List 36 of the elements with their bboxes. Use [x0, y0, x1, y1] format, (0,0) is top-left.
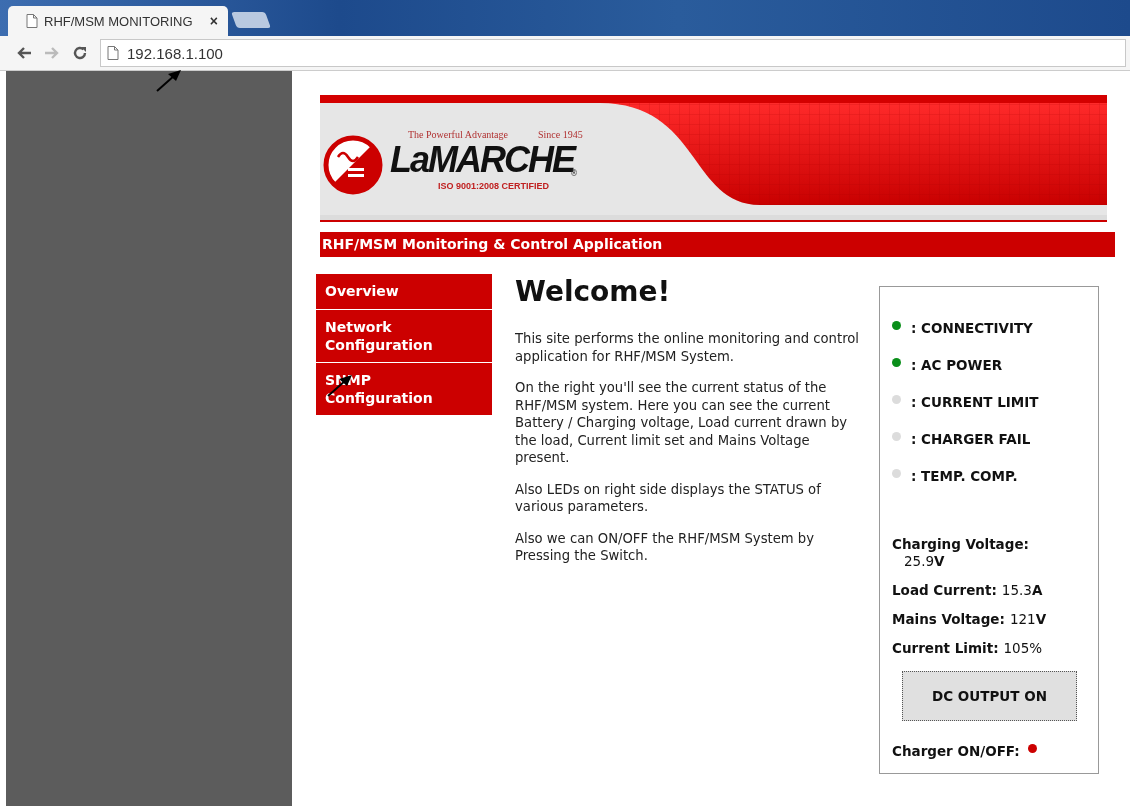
logo-since: Since 1945: [538, 129, 583, 140]
browser-tab[interactable]: RHF/MSM MONITORING ×: [8, 6, 228, 36]
paragraph: This site performs the online monitoring and control application for RHF/MSM System.: [515, 330, 860, 365]
reading-value: 25.9V: [903, 553, 946, 570]
new-tab-button[interactable]: [231, 12, 271, 28]
reading-label: Charging Voltage:: [892, 536, 1029, 552]
status-label: : AC POWER: [911, 356, 1003, 373]
nav-item[interactable]: Overview: [316, 274, 492, 309]
status-label: : CHARGER FAIL: [911, 430, 1031, 447]
welcome-heading: Welcome!: [515, 274, 672, 310]
dc-output-button[interactable]: DC OUTPUT ON: [902, 671, 1077, 721]
arrow-icon: [156, 70, 182, 92]
paragraph: Also LEDs on right side displays the STATUS of various parameters.: [515, 480, 822, 516]
back-icon[interactable]: [16, 46, 32, 60]
logo-certification: ISO 9001:2008 CERTIFIED: [438, 181, 550, 191]
paragraph: Also we can ON/OFF the RHF/MSM System by Pressing the Switch.: [515, 529, 816, 565]
status-label: : TEMP. COMP.: [911, 467, 1018, 484]
reading-value: 105%: [1003, 640, 1043, 656]
reading-value: 15.3A: [1001, 582, 1043, 598]
nav-item[interactable]: Network Configuration: [316, 310, 492, 362]
paragraph: On the right you'll see the current status of the RHF/MSM system. Here you can see the current Battery / Charging voltage, Load current drawn by the load, Current limit set and Mains Voltage present.: [515, 379, 849, 467]
reading-label: Current Limit:: [892, 640, 999, 656]
app-title-bar: RHF/MSM Monitoring & Control Application: [320, 232, 1115, 257]
document-icon: [26, 14, 38, 28]
reading-label: Mains Voltage:: [892, 611, 1005, 627]
logo-tagline: The Powerful Advantage: [408, 129, 508, 140]
status-label: : CONNECTIVITY: [911, 319, 1033, 336]
tab-title: RHF/MSM MONITORING: [44, 13, 194, 29]
reading-label: Load Current:: [892, 582, 997, 598]
reload-icon[interactable]: [72, 45, 88, 61]
address-bar[interactable]: 192.168.1.100: [100, 39, 1126, 67]
reading-value: 121V: [1009, 611, 1047, 627]
status-label: : CURRENT LIMIT: [911, 393, 1039, 410]
close-icon[interactable]: ×: [209, 13, 218, 29]
charger-indicator[interactable]: [1027, 743, 1037, 753]
charger-label: Charger ON/OFF:: [892, 743, 1020, 759]
